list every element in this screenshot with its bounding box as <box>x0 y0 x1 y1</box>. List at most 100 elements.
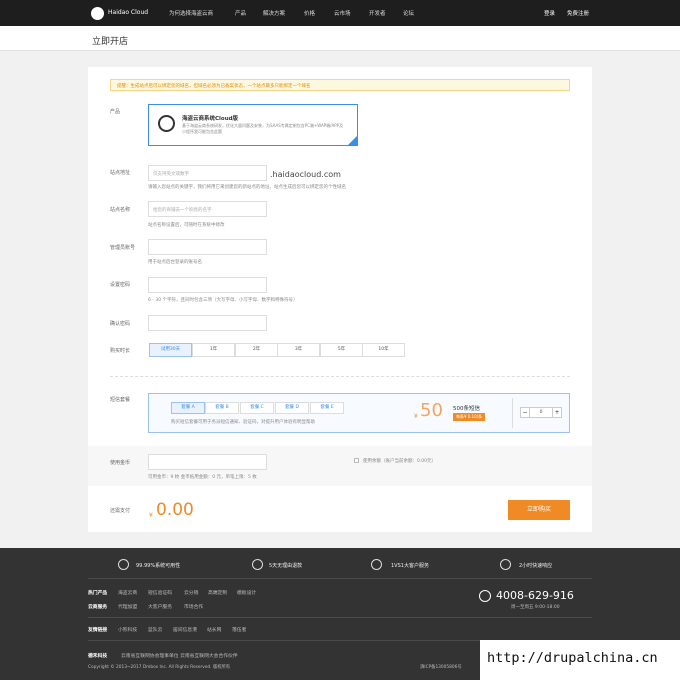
response-icon <box>500 559 511 570</box>
sms-package-e[interactable]: 套餐 E <box>310 402 344 414</box>
register-link[interactable]: 免费注册 <box>567 9 589 17</box>
product-label: 产品 <box>110 109 121 115</box>
selected-check-icon <box>347 135 358 146</box>
watermark-text: http://drupalchina.cn <box>487 650 658 666</box>
sms-package-a[interactable]: 套餐 A <box>171 402 205 414</box>
login-link[interactable]: 登录 <box>544 9 555 17</box>
coin-label: 使用金币 <box>110 460 131 466</box>
footer-units: 云南省互联网协会理事单位 云南省互联网大会合作伙伴 <box>121 654 238 659</box>
decrement-button[interactable]: − <box>521 408 530 417</box>
page-title: 立即开店 <box>92 37 129 47</box>
duration-3y[interactable]: 3年 <box>277 343 320 357</box>
site-name-label: 站点名称 <box>110 207 131 213</box>
sms-package-b[interactable]: 套餐 B <box>205 402 239 414</box>
logo-icon[interactable] <box>91 7 104 20</box>
sms-quantity-value[interactable]: 0 <box>530 408 552 417</box>
section-divider <box>110 376 570 377</box>
footer-link-sms[interactable]: 短信验证码 <box>148 589 172 596</box>
footer-brand: 德禾科技 <box>88 654 108 659</box>
footer-link-haidao[interactable]: 海盗云商 <box>118 589 137 596</box>
total-symbol: ¥ <box>149 512 153 519</box>
use-balance-checkbox[interactable] <box>354 458 359 463</box>
use-balance-label: 使用余额（账户当前余额：0.00元） <box>363 459 437 464</box>
sms-price-symbol: ¥ <box>414 413 418 420</box>
footer-link-chinaz[interactable]: 站长网 <box>207 626 221 633</box>
footer-link-luowu[interactable]: 落伍者 <box>232 626 246 633</box>
domain-notice: 提醒：生成站点后可以绑定您的域名，但域名必须为已备案状态，一个站点最多只能绑定一… <box>110 79 570 91</box>
site-address-input[interactable]: 仅支持英文或数字 <box>148 165 267 181</box>
duration-1y[interactable]: 1年 <box>192 343 235 357</box>
total-amount: 0.00 <box>156 500 194 520</box>
footer-divider <box>88 578 592 579</box>
duration-2y[interactable]: 2年 <box>235 343 278 357</box>
feature-service: 1VS1大客户服务 <box>391 563 429 569</box>
footer-link-jujian[interactable]: 居间信息港 <box>173 626 197 633</box>
nav-pricing[interactable]: 价格 <box>304 9 315 17</box>
hotline: 4008-629-916 <box>496 589 574 602</box>
footer-link-custom[interactable]: 高端定制 <box>208 589 227 596</box>
sms-quantity-stepper[interactable]: − 0 + <box>520 407 562 418</box>
nav-forum[interactable]: 论坛 <box>403 9 414 17</box>
sms-count: 500条短信 <box>453 406 480 412</box>
sms-package-d[interactable]: 套餐 D <box>275 402 309 414</box>
footer-link-template[interactable]: 模板设计 <box>237 589 256 596</box>
sms-label: 短信套餐 <box>110 397 131 403</box>
confirm-password-label: 确认密码 <box>110 321 131 327</box>
duration-label: 购买时长 <box>110 348 131 354</box>
product-logo-icon <box>158 115 175 132</box>
service-hours: 周一至周五 9:00-18:00 <box>511 605 560 610</box>
uptime-icon <box>118 559 129 570</box>
total-label: 还需支付 <box>110 508 131 514</box>
footer-divider-2 <box>88 617 592 618</box>
nav-solutions[interactable]: 解决方案 <box>263 9 285 17</box>
buy-now-button[interactable]: 立即购买 <box>508 500 570 520</box>
icp-number[interactable]: 滇ICP备13005806号 <box>420 664 462 670</box>
feature-response: 2小时快速响应 <box>519 563 553 569</box>
copyright: Copyright © 2013~2017 Dmbox Inc. All Rig… <box>88 665 231 670</box>
duration-5y[interactable]: 5年 <box>320 343 363 357</box>
service-icon <box>371 559 382 570</box>
password-hint: 6 - 30 个字符，且同时包含三项（大写字母、小写字母、数字和特殊符号） <box>148 298 298 303</box>
site-address-hint: 请输入您站点的关键字，我们将用它来创建您的新站点的地址，站点生成后您可以绑定您的… <box>148 185 346 190</box>
nav-market[interactable]: 云市场 <box>334 9 351 17</box>
footer-link-landui[interactable]: 蓝队云 <box>148 626 162 633</box>
coin-hint: 可用金币：9 枚 金币抵用金额：0 元，单笔上限：5 枚 <box>148 475 257 480</box>
sms-separator <box>512 398 513 428</box>
sms-price: 50 <box>420 400 443 421</box>
password-label: 设置密码 <box>110 282 131 288</box>
sms-hint: 购买短信套餐可用于务派短信通知、验证码，对提升用户体验有明显帮助 <box>171 420 315 425</box>
footer-row3-title: 友情链接 <box>88 628 108 633</box>
admin-account-input[interactable] <box>148 239 267 255</box>
duration-10y[interactable]: 10年 <box>362 343 405 357</box>
increment-button[interactable]: + <box>552 408 561 417</box>
nav-why[interactable]: 为何选择海盗云商 <box>169 9 213 17</box>
notice-text: 提醒：生成站点后可以绑定您的域名，但域名必须为已备案状态，一个站点最多只能绑定一… <box>117 84 311 89</box>
footer-link-xiaoxiong[interactable]: 小熊科技 <box>118 626 137 633</box>
site-address-label: 站点地址 <box>110 170 131 176</box>
footer-link-cooperation[interactable]: 市场合作 <box>184 603 203 610</box>
coin-input[interactable] <box>148 454 267 470</box>
footer-row2-title: 云商服务 <box>88 605 108 610</box>
product-card-title: 海盗云商系统Cloud版 <box>182 116 239 122</box>
admin-account-hint: 用于站点后台登录的账号名 <box>148 260 202 265</box>
duration-trial[interactable]: 试用30天 <box>149 343 192 357</box>
nav-products[interactable]: 产品 <box>235 9 246 17</box>
site-domain-suffix: .haidaocloud.com <box>270 170 341 179</box>
site-address-placeholder: 仅支持英文或数字 <box>153 172 189 177</box>
footer-row1-title: 热门产品 <box>88 591 108 596</box>
phone-icon <box>479 590 491 602</box>
feature-refund: 5天无理由退款 <box>269 563 303 569</box>
sms-package-c[interactable]: 套餐 C <box>240 402 274 414</box>
password-input[interactable] <box>148 277 267 293</box>
logo-text[interactable]: Haidao Cloud <box>108 9 148 16</box>
confirm-password-input[interactable] <box>148 315 267 331</box>
footer-link-enterprise[interactable]: 大客户服务 <box>148 603 172 610</box>
site-name-input[interactable]: 给您的商铺去一个响亮的名字 <box>148 201 267 217</box>
sms-unit-price-badge: 每条¥ 0.10/条 <box>453 413 486 421</box>
watermark: http://drupalchina.cn <box>480 640 680 680</box>
site-name-hint: 站点名称设置后，可随时在系统中修改 <box>148 223 225 228</box>
footer-link-agent[interactable]: 代理加盟 <box>118 603 137 610</box>
footer-link-distribution[interactable]: 云分销 <box>184 589 198 596</box>
product-card-description: 基于海盗云商系统研发，优化大量问题及安装，为SAAS专属定制包含PC端+WAP端… <box>182 123 344 134</box>
nav-developer[interactable]: 开发者 <box>369 9 386 17</box>
